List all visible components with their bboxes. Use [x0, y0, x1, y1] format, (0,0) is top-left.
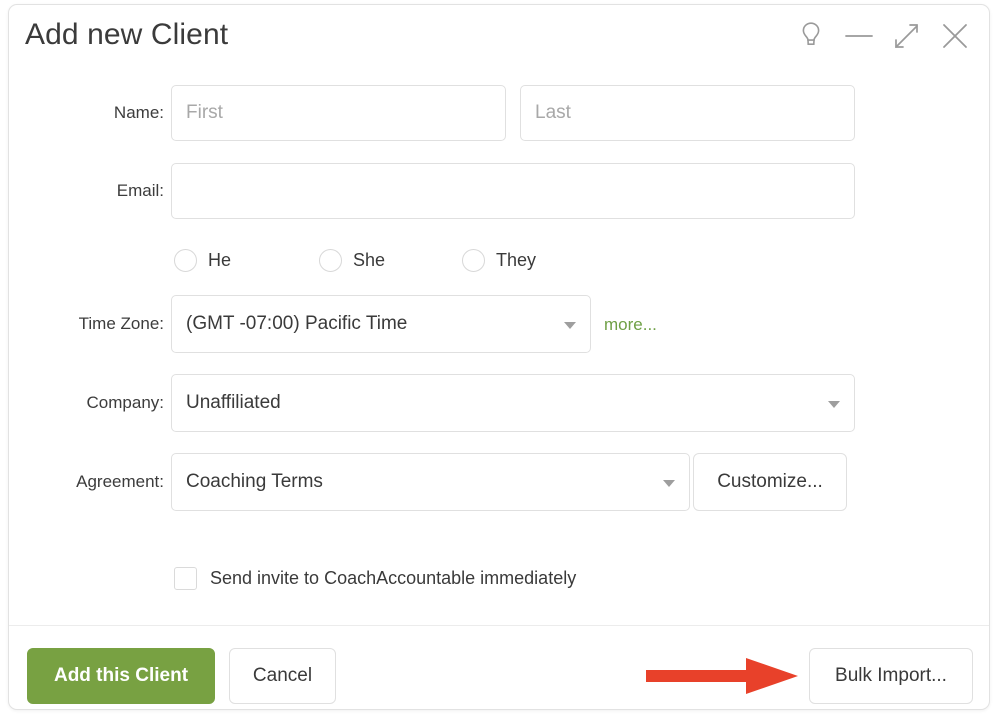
pronoun-label: They: [496, 250, 537, 270]
cancel-button[interactable]: Cancel: [229, 648, 336, 704]
radio-circle-icon: [174, 249, 197, 272]
chevron-down-icon: [564, 322, 576, 329]
name-row: Name:: [9, 85, 989, 141]
pronoun-label: He: [208, 250, 232, 270]
pronoun-radio-group: He She They: [9, 249, 989, 279]
email-row: Email:: [9, 163, 989, 219]
send-invite-label: Send invite to CoachAccountable immediat…: [210, 568, 577, 588]
add-new-client-dialog: Add new Client Name: First Last Email: H…: [8, 4, 990, 710]
pronoun-label: She: [353, 250, 386, 270]
time-zone-more-link[interactable]: more...: [604, 315, 657, 335]
bulk-import-button[interactable]: Bulk Import...: [809, 648, 973, 704]
first-name-input[interactable]: [171, 85, 506, 141]
radio-circle-icon: [462, 249, 485, 272]
client-form: Name: Email: He She They T: [9, 71, 989, 625]
last-name-input[interactable]: [520, 85, 855, 141]
name-label: Name:: [113, 103, 164, 122]
minimize-icon[interactable]: [835, 13, 883, 59]
agreement-label: Agreement:: [76, 472, 164, 491]
send-invite-checkbox-row[interactable]: Send invite to CoachAccountable immediat…: [174, 567, 576, 590]
time-zone-value: (GMT -07:00) Pacific Time: [186, 313, 408, 334]
annotation-arrow-icon: [646, 655, 806, 697]
company-select[interactable]: Unaffiliated: [171, 374, 855, 432]
company-label: Company:: [86, 393, 164, 412]
chevron-down-icon: [663, 480, 675, 487]
time-zone-select[interactable]: (GMT -07:00) Pacific Time: [171, 295, 591, 353]
lightbulb-icon[interactable]: [787, 13, 835, 59]
customize-button[interactable]: Customize...: [693, 453, 847, 511]
agreement-select[interactable]: Coaching Terms: [171, 453, 690, 511]
time-zone-row: Time Zone: (GMT -07:00) Pacific Time mor…: [9, 295, 989, 353]
checkbox-icon[interactable]: [174, 567, 197, 590]
dialog-footer: Add this Client Cancel Bulk Import...: [9, 626, 989, 710]
dialog-title: Add new Client: [25, 18, 229, 51]
agreement-row: Agreement: Coaching Terms Customize...: [9, 453, 989, 511]
time-zone-label: Time Zone:: [78, 314, 164, 333]
window-controls: [787, 13, 979, 59]
company-value: Unaffiliated: [186, 392, 281, 413]
company-row: Company: Unaffiliated: [9, 374, 989, 432]
close-icon[interactable]: [931, 13, 979, 59]
pronoun-option-she[interactable]: She: [319, 249, 385, 272]
agreement-value: Coaching Terms: [186, 471, 323, 492]
pronoun-option-he[interactable]: He: [174, 249, 231, 272]
radio-circle-icon: [319, 249, 342, 272]
email-label: Email:: [116, 181, 164, 200]
add-this-client-button[interactable]: Add this Client: [27, 648, 215, 704]
restore-icon[interactable]: [883, 13, 931, 59]
chevron-down-icon: [828, 401, 840, 408]
dialog-titlebar: Add new Client: [9, 5, 989, 71]
email-input[interactable]: [171, 163, 855, 219]
pronoun-option-they[interactable]: They: [462, 249, 536, 272]
